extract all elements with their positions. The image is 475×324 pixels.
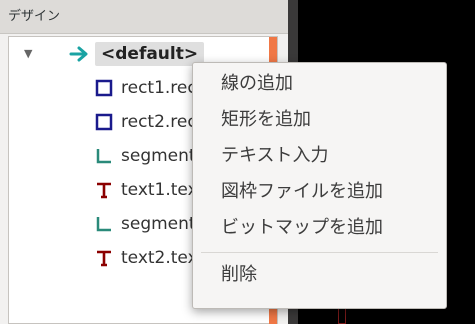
rectangle-icon <box>95 79 113 97</box>
menu-item-add-text[interactable]: テキスト入力 <box>193 139 446 173</box>
context-menu: 線の追加 矩形を追加 テキスト入力 図枠ファイルを追加 ビットマップを追加 削除 <box>192 62 447 309</box>
menu-separator <box>201 252 438 253</box>
panel-title: デザイン <box>0 0 288 34</box>
text-icon <box>97 182 111 199</box>
tree-root-label[interactable]: <default> <box>95 42 205 66</box>
segment-icon <box>96 217 111 232</box>
expander-down-icon[interactable]: ▼ <box>24 39 32 69</box>
arrow-right-icon <box>69 46 88 62</box>
menu-item-delete[interactable]: 削除 <box>193 258 446 292</box>
menu-item-add-bitmap[interactable]: ビットマップを追加 <box>193 211 446 245</box>
segment-icon <box>96 149 111 164</box>
text-icon <box>97 250 111 267</box>
menu-item-add-frame-file[interactable]: 図枠ファイルを追加 <box>193 175 446 209</box>
rectangle-icon <box>95 113 113 131</box>
menu-item-add-line[interactable]: 線の追加 <box>193 67 446 101</box>
menu-item-add-rectangle[interactable]: 矩形を追加 <box>193 103 446 137</box>
